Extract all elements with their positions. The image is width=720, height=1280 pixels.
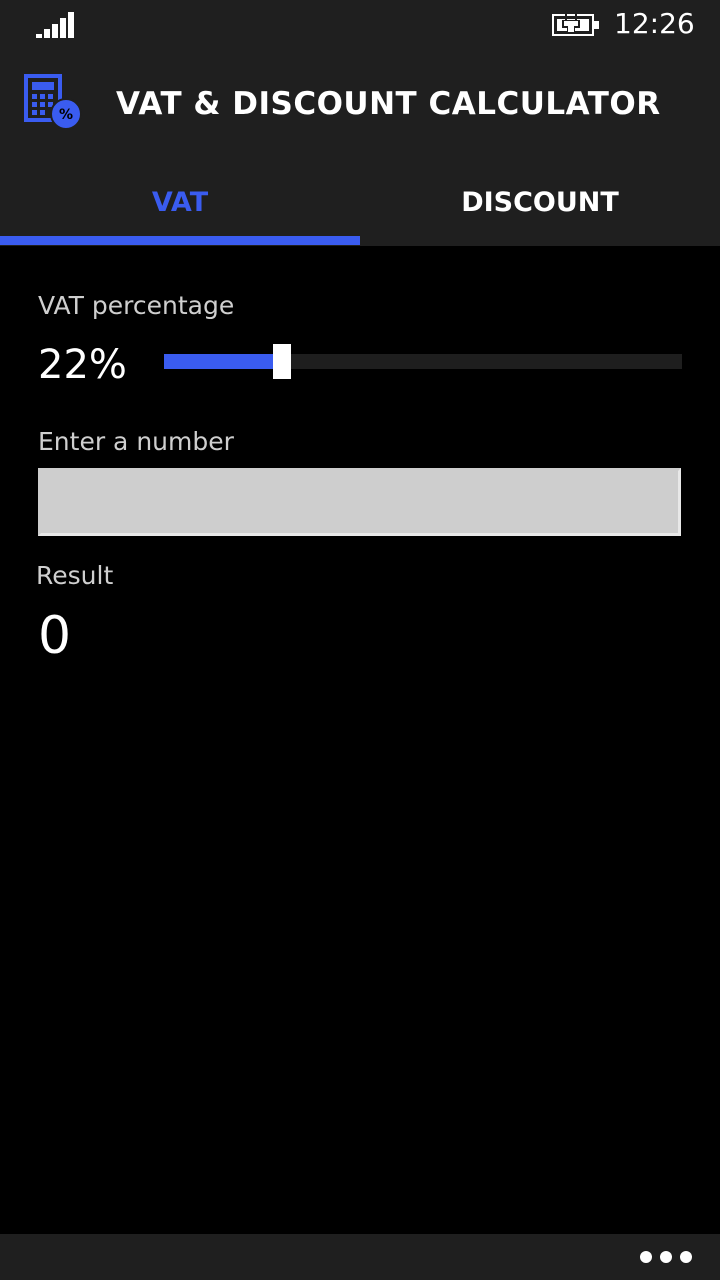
app-title: VAT & DISCOUNT CALCULATOR: [116, 86, 661, 122]
number-input-label: Enter a number: [38, 427, 234, 456]
number-input[interactable]: [38, 468, 681, 536]
ellipsis-dot: [640, 1251, 652, 1263]
calculator-percent-icon: %: [24, 74, 82, 130]
ellipsis-dot: [660, 1251, 672, 1263]
slider-thumb[interactable]: [273, 344, 291, 379]
app-bar: [0, 1234, 720, 1280]
clock: 12:26: [614, 7, 695, 40]
vat-percentage-slider[interactable]: [164, 344, 682, 380]
battery-charging-icon: [552, 13, 599, 36]
slider-fill: [164, 354, 278, 369]
tab-vat[interactable]: VAT: [0, 180, 360, 226]
app-header: % VAT & DISCOUNT CALCULATOR VAT DISCOUNT: [0, 48, 720, 246]
tab-discount[interactable]: DISCOUNT: [360, 180, 720, 226]
svg-text:%: %: [59, 107, 73, 123]
vat-percentage-value: 22%: [38, 342, 127, 388]
ellipsis-dot: [680, 1251, 692, 1263]
result-label: Result: [36, 561, 114, 590]
result-value: 0: [38, 606, 72, 666]
more-ellipsis-icon[interactable]: [640, 1240, 692, 1274]
status-bar: 12:26: [0, 0, 720, 48]
signal-strength-icon: [36, 12, 74, 38]
active-tab-indicator: [0, 236, 360, 245]
vat-percentage-label: VAT percentage: [38, 291, 235, 320]
